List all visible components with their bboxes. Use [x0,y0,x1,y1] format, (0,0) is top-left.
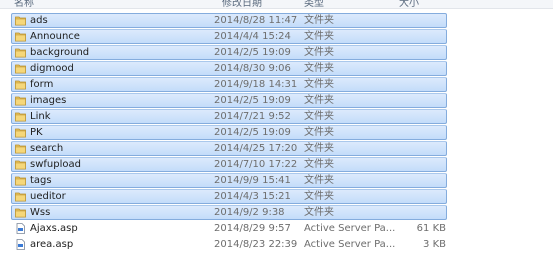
file-type: 文件夹 [304,159,334,170]
modified-date: 2014/9/18 14:31 [214,79,298,90]
file-type: 文件夹 [304,143,334,154]
modified-date: 2014/8/29 9:57 [214,223,291,234]
column-header-size[interactable]: 大小 [399,0,419,8]
file-type: 文件夹 [304,191,334,202]
folder-icon [15,175,26,186]
modified-date: 2014/2/5 19:09 [214,127,291,138]
folder-icon [15,15,26,26]
file-type: 文件夹 [304,207,334,218]
file-name: Link [30,111,51,122]
asp-file-icon [15,223,26,234]
file-name: background [30,47,90,58]
file-name: tags [30,175,52,186]
file-name: Announce [30,31,80,42]
file-type: 文件夹 [304,63,334,74]
file-type: 文件夹 [304,31,334,42]
modified-date: 2014/9/9 15:41 [214,175,291,186]
file-name: area.asp [30,239,74,250]
folder-row[interactable]: PK 2014/2/5 19:09 文件夹 [0,125,553,141]
folder-row[interactable]: ads 2014/8/28 11:47 文件夹 [0,13,553,29]
folder-row[interactable]: images 2014/2/5 19:09 文件夹 [0,93,553,109]
file-row[interactable]: area.asp 2014/8/23 22:39 Active Server Pa.… [0,237,553,253]
file-type: 文件夹 [304,47,334,58]
folder-row[interactable]: Wss 2014/9/2 9:38 文件夹 [0,205,553,221]
folder-row[interactable]: background 2014/2/5 19:09 文件夹 [0,45,553,61]
modified-date: 2014/8/23 22:39 [214,239,298,250]
folder-row[interactable]: Announce 2014/4/4 15:24 文件夹 [0,29,553,45]
modified-date: 2014/8/28 11:47 [214,15,298,26]
file-name: Ajaxs.asp [30,223,78,234]
modified-date: 2014/4/25 17:20 [214,143,298,154]
folder-icon [15,31,26,42]
folder-icon [15,79,26,90]
folder-icon [15,47,26,58]
file-type: 文件夹 [304,15,334,26]
column-header-type[interactable]: 类型 [304,0,324,8]
file-type: 文件夹 [304,95,334,106]
folder-icon [15,207,26,218]
folder-row[interactable]: tags 2014/9/9 15:41 文件夹 [0,173,553,189]
modified-date: 2014/4/3 15:21 [214,191,291,202]
column-header-date[interactable]: 修改日期 [222,0,262,8]
file-name: Wss [30,207,51,218]
folder-icon [15,111,26,122]
file-name: swfupload [30,159,81,170]
folder-row[interactable]: digmood 2014/8/30 9:06 文件夹 [0,61,553,77]
column-header-name[interactable]: 名称 [14,0,34,8]
file-name: PK [30,127,43,138]
modified-date: 2014/7/10 17:22 [214,159,298,170]
column-header: 名称 修改日期 类型 大小 [0,0,553,9]
file-name: images [30,95,67,106]
file-type: 文件夹 [304,79,334,90]
file-row[interactable]: Ajaxs.asp 2014/8/29 9:57 Active Server Pa.… [0,221,553,237]
file-name: ads [30,15,48,26]
folder-icon [15,127,26,138]
folder-row[interactable]: swfupload 2014/7/10 17:22 文件夹 [0,157,553,173]
modified-date: 2014/7/21 9:52 [214,111,291,122]
folder-row[interactable]: ueditor 2014/4/3 15:21 文件夹 [0,189,553,205]
file-name: digmood [30,63,74,74]
folder-icon [15,159,26,170]
asp-file-icon [15,239,26,250]
file-type: 文件夹 [304,127,334,138]
folder-row[interactable]: form 2014/9/18 14:31 文件夹 [0,77,553,93]
modified-date: 2014/4/4 15:24 [214,31,291,42]
file-type: 文件夹 [304,175,334,186]
file-size: 3 KB [423,239,446,250]
modified-date: 2014/9/2 9:38 [214,207,285,218]
file-size: 61 KB [416,223,446,234]
file-name: ueditor [30,191,66,202]
folder-icon [15,191,26,202]
file-type: Active Server Pa... [304,223,396,234]
folder-row[interactable]: Link 2014/7/21 9:52 文件夹 [0,109,553,125]
folder-icon [15,95,26,106]
folder-icon [15,143,26,154]
modified-date: 2014/2/5 19:09 [214,95,291,106]
file-name: search [30,143,64,154]
file-type: 文件夹 [304,111,334,122]
file-list: ads 2014/8/28 11:47 文件夹 Announce 2014/4/4 15… [0,13,553,253]
folder-icon [15,63,26,74]
file-type: Active Server Pa... [304,239,396,250]
file-name: form [30,79,54,90]
folder-row[interactable]: search 2014/4/25 17:20 文件夹 [0,141,553,157]
modified-date: 2014/8/30 9:06 [214,63,291,74]
modified-date: 2014/2/5 19:09 [214,47,291,58]
